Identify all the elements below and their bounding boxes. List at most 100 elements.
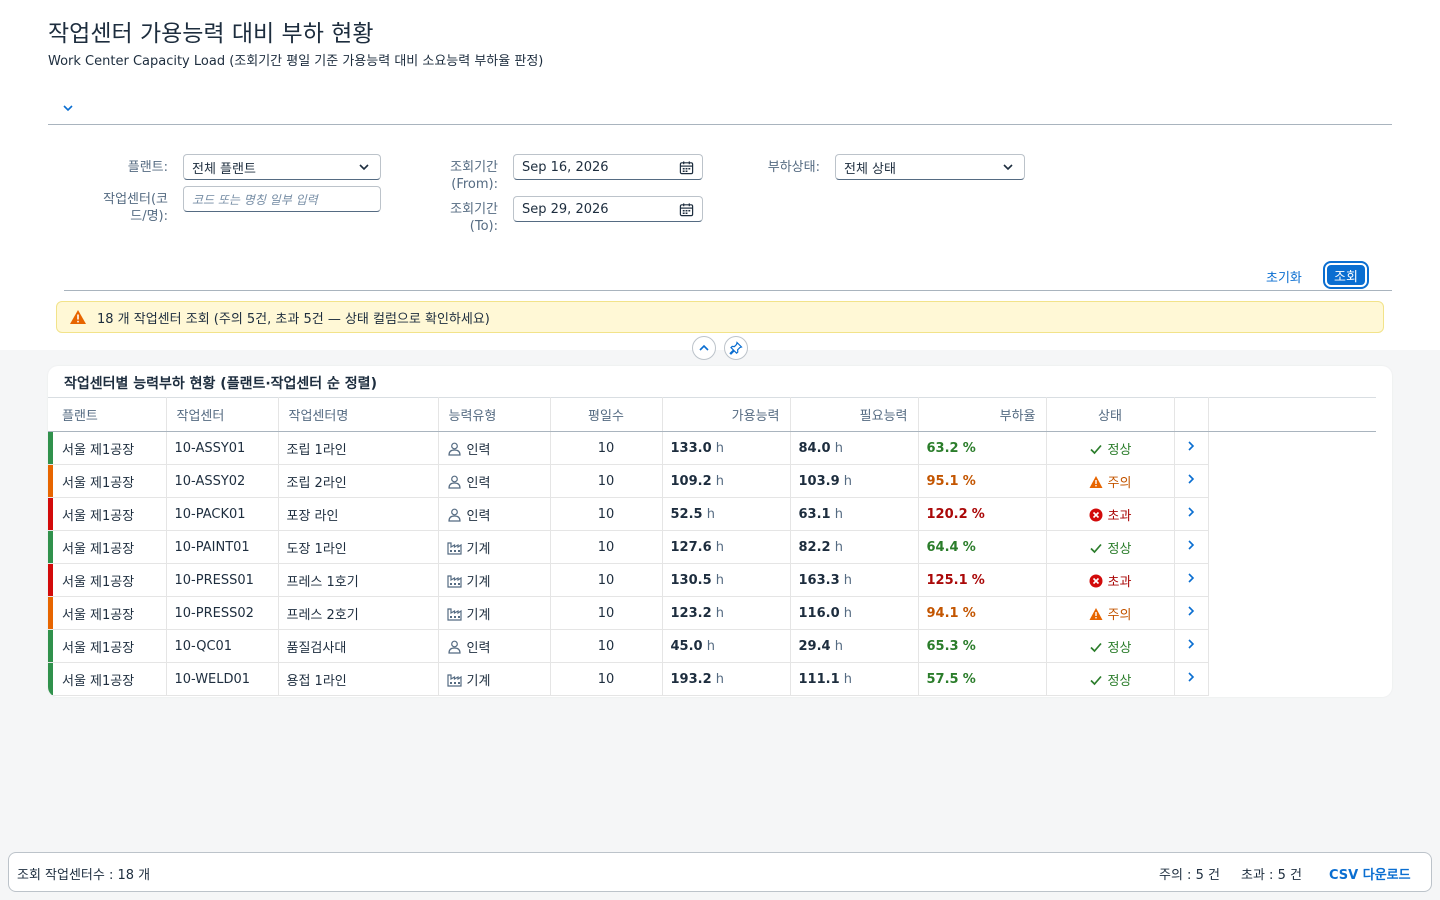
cell-load-rate: 95.1 % (918, 464, 1047, 498)
table-row[interactable]: 서울 제1공장 10-ASSY01 조립 1라인 인력 10 133.0 h 84.0 h6… (48, 431, 1376, 465)
cell-available-capacity: 127.6 h (662, 530, 791, 564)
chevron-right-icon[interactable] (1186, 539, 1196, 551)
cell-navigation[interactable] (1174, 629, 1209, 663)
chevron-right-icon[interactable] (1186, 605, 1196, 617)
cell-available-capacity: 52.5 h (662, 497, 791, 531)
plant-text: 서울 제1공장 (62, 640, 135, 656)
cell-capacity-type: 기계 (438, 530, 551, 564)
cell-navigation[interactable] (1174, 596, 1209, 630)
workcenter-input[interactable]: 코드 또는 명칭 일부 입력 (183, 186, 381, 212)
chevron-right-icon[interactable] (1186, 572, 1196, 584)
pin-header-button[interactable] (724, 336, 748, 360)
cell-navigation[interactable] (1174, 497, 1209, 531)
chevron-down-icon (63, 105, 73, 112)
page-subtitle: Work Center Capacity Load (조회기간 평일 기준 가용… (48, 54, 544, 69)
warning-icon (1089, 475, 1103, 488)
col-workcenter[interactable]: 작업센터 (166, 397, 279, 432)
check-icon (1089, 642, 1102, 652)
check-icon (1089, 444, 1102, 454)
footer-over-count: 초과 : 5 건 (1241, 868, 1302, 883)
status-indicator-bar (48, 432, 53, 464)
workcenter-label-line1: 작업센터(코 (103, 192, 168, 207)
collapse-filter-button[interactable] (58, 98, 78, 118)
chevron-right-icon[interactable] (1186, 506, 1196, 518)
available-value: 52.5 (670, 506, 703, 522)
capacity-load-table-panel: 작업센터별 능력부하 현황 (플랜트·작업센터 순 정렬) 플랜트 작업센터 작… (48, 366, 1392, 697)
cell-required-capacity: 29.4 h (790, 629, 919, 663)
person-icon (447, 442, 461, 456)
date-from-label-line2: (From): (451, 177, 498, 192)
unit-text: h (834, 539, 843, 555)
col-working-days[interactable]: 평일수 (550, 397, 663, 432)
col-status[interactable]: 상태 (1046, 397, 1175, 432)
chevron-right-icon[interactable] (1186, 671, 1196, 683)
plant-select[interactable]: 전체 플랜트 (183, 154, 381, 180)
table-body: 서울 제1공장 10-ASSY01 조립 1라인 인력 10 133.0 h 84.0 h6… (48, 431, 1376, 696)
cell-workcenter: 10-ASSY01 (166, 431, 279, 465)
table-row[interactable]: 서울 제1공장 10-WELD01 용접 1라인 기계 10 193.2 h 111.1 h… (48, 662, 1376, 696)
col-capacity-type[interactable]: 능력유형 (438, 397, 551, 432)
chevron-right-icon[interactable] (1186, 473, 1196, 485)
cell-status: 주의 (1046, 464, 1175, 498)
cell-navigation[interactable] (1174, 662, 1209, 696)
status-badge: 정상 (1107, 541, 1132, 557)
capacity-load-table: 플랜트 작업센터 작업센터명 능력유형 평일수 가용능력 필요능력 부하율 상태… (48, 397, 1376, 696)
col-navigation (1174, 397, 1209, 432)
pin-icon (729, 341, 743, 355)
unit-text: h (715, 473, 725, 489)
calendar-icon[interactable] (679, 202, 694, 217)
percent-text: % (962, 671, 976, 687)
date-from-picker[interactable]: Sep 16, 2026 (513, 154, 703, 180)
cell-capacity-type: 기계 (438, 596, 551, 630)
table-row[interactable]: 서울 제1공장 10-QC01 품질검사대 인력 10 45.0 h 29.4 h 65.3 … (48, 629, 1376, 663)
table-row[interactable]: 서울 제1공장 10-PRESS02 프레스 2호기 기계 10 123.2 h 116.0… (48, 596, 1376, 630)
cell-working-days: 10 (550, 464, 663, 498)
cell-working-days: 10 (550, 662, 663, 696)
person-icon (447, 475, 461, 489)
col-load-rate[interactable]: 부하율 (918, 397, 1047, 432)
plant-text: 서울 제1공장 (62, 442, 135, 458)
cell-workcenter: 10-PRESS01 (166, 563, 279, 597)
cell-load-rate: 120.2 % (918, 497, 1047, 531)
cell-filler (1208, 531, 1376, 564)
col-workcenter-name[interactable]: 작업센터명 (278, 397, 439, 432)
cell-workcenter-name: 프레스 2호기 (278, 596, 439, 630)
percent-text: % (962, 638, 976, 654)
load-status-select[interactable]: 전체 상태 (835, 154, 1025, 180)
calendar-icon[interactable] (679, 160, 694, 175)
unit-text: h (843, 671, 853, 687)
cell-workcenter-name: 품질검사대 (278, 629, 439, 663)
col-required-capacity[interactable]: 필요능력 (790, 397, 919, 432)
chevron-right-icon[interactable] (1186, 638, 1196, 650)
load-rate-value: 120.2 (926, 506, 968, 522)
date-to-picker[interactable]: Sep 29, 2026 (513, 196, 703, 222)
cell-navigation[interactable] (1174, 431, 1209, 465)
available-value: 193.2 (670, 671, 712, 687)
table-row[interactable]: 서울 제1공장 10-PACK01 포장 라인 인력 10 52.5 h 63.1 h 120… (48, 497, 1376, 531)
cell-capacity-type: 기계 (438, 563, 551, 597)
percent-text: % (971, 572, 985, 588)
cell-filler (1208, 465, 1376, 498)
col-plant[interactable]: 플랜트 (48, 397, 167, 432)
collapse-header-button[interactable] (692, 336, 716, 360)
status-indicator-bar (48, 564, 53, 596)
col-available-capacity[interactable]: 가용능력 (662, 397, 791, 432)
cell-navigation[interactable] (1174, 563, 1209, 597)
table-row[interactable]: 서울 제1공장 10-ASSY02 조립 2라인 인력 10 109.2 h 103.9 h… (48, 464, 1376, 498)
table-row[interactable]: 서울 제1공장 10-PRESS01 프레스 1호기 기계 10 130.5 h 163.3… (48, 563, 1376, 597)
cell-workcenter-name: 조립 1라인 (278, 431, 439, 465)
cell-filler (1208, 630, 1376, 663)
cell-working-days: 10 (550, 497, 663, 531)
chevron-right-icon[interactable] (1186, 440, 1196, 452)
search-button[interactable]: 조회 (1323, 261, 1369, 289)
cell-navigation[interactable] (1174, 530, 1209, 564)
factory-icon (446, 607, 462, 621)
cell-status: 초과 (1046, 563, 1175, 597)
date-from-value: Sep 16, 2026 (522, 159, 609, 175)
reset-button[interactable]: 초기화 (1266, 267, 1302, 286)
cell-working-days: 10 (550, 629, 663, 663)
cell-navigation[interactable] (1174, 464, 1209, 498)
csv-download-button[interactable]: CSV 다운로드 (1329, 864, 1411, 883)
cell-workcenter: 10-QC01 (166, 629, 279, 663)
table-row[interactable]: 서울 제1공장 10-PAINT01 도장 1라인 기계 10 127.6 h 82.2 h… (48, 530, 1376, 564)
